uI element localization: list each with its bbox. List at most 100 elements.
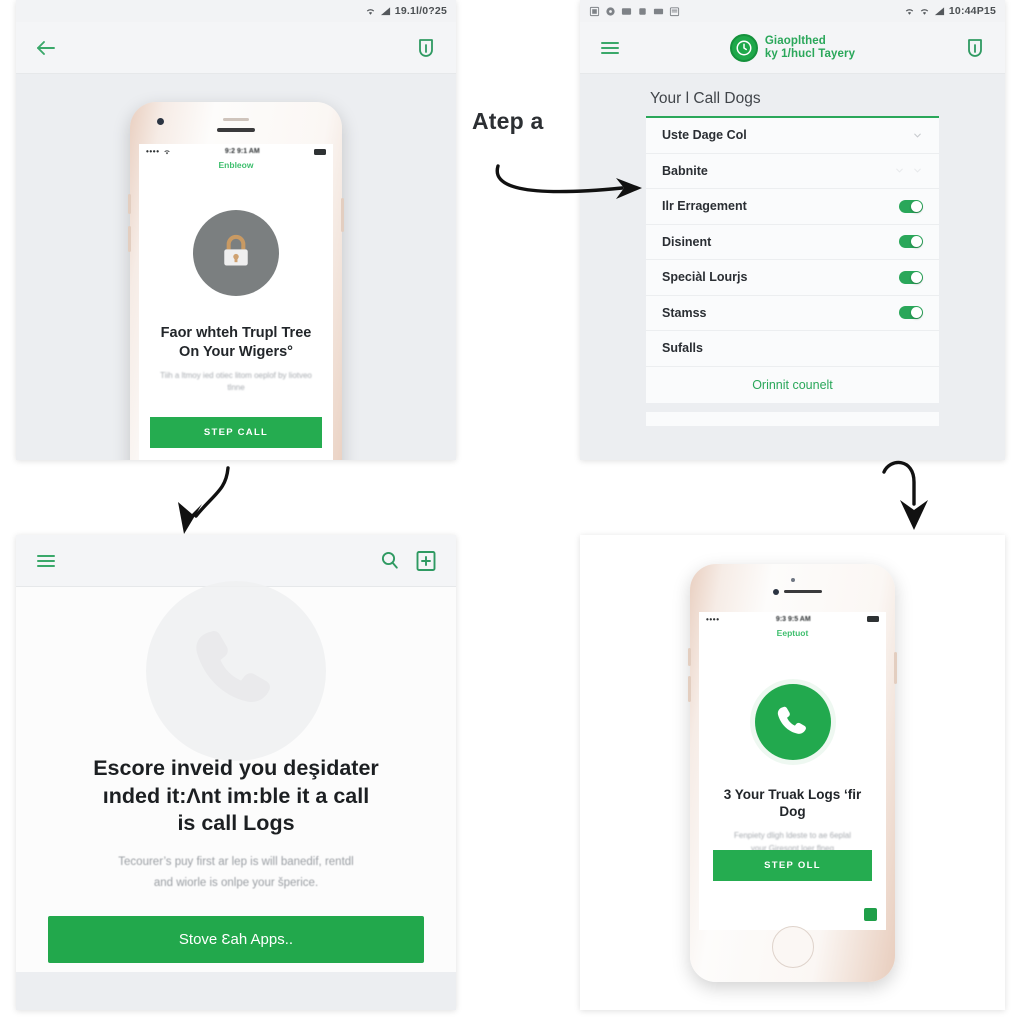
list-item-label: Uste Dage Col <box>662 128 747 143</box>
phone-subtitle: Tiih a ltmoy ied otiec litom oeplof by l… <box>160 370 312 392</box>
ios-clock: 9:3 9:5 AM <box>775 615 811 623</box>
hamburger-menu-icon[interactable] <box>32 547 60 575</box>
step-one-panel: 19.1l/0?25 •••• 9:2 9:1 AM Enbleow Faor … <box>16 0 456 460</box>
earpiece <box>783 589 822 593</box>
ios-status-bar: •••• 9:3 9:5 AM <box>699 612 886 627</box>
phone-glyph <box>196 631 270 702</box>
battery-icon <box>867 616 879 622</box>
battery-icon <box>314 148 326 155</box>
list-item[interactable]: Stamss <box>646 296 939 331</box>
status-bar: 10:44P15 <box>580 0 1005 22</box>
empty-title-line1: Escore inveid you deşidater <box>93 756 379 780</box>
phone-glyph <box>777 706 806 734</box>
toggle-switch[interactable] <box>899 199 923 213</box>
brand-line-2: ky 1/hucl Tayery <box>764 47 856 60</box>
volume-button <box>688 675 691 702</box>
app-badge-icon <box>864 907 877 921</box>
mail-icon <box>621 7 632 15</box>
empty-title-line2: ınded it:Λnt im:ble it a call <box>102 783 370 808</box>
camera-dot <box>772 588 779 595</box>
list-item[interactable]: Babnite <box>646 154 939 189</box>
empty-state-panel: Escore inveid you deşidater ınded it:Λnt… <box>16 535 456 1010</box>
phone-title-line2: On Your Wigers° <box>179 344 293 361</box>
panel-body: Your l Call Dogs Uste Dage Col Babnite I… <box>580 74 1005 460</box>
hamburger-menu-icon[interactable] <box>596 34 624 62</box>
card-stub <box>646 411 939 426</box>
phone-call-icon <box>754 683 831 760</box>
ios-clock: 9:2 9:1 AM <box>224 148 260 155</box>
chevron-down-icon[interactable] <box>912 130 923 141</box>
wifi-icon <box>163 149 170 154</box>
ios-status-bar: •••• 9:2 9:1 AM <box>139 144 333 159</box>
empty-subtitle-line2: and wiorle is onlpe your šperice. <box>153 876 319 889</box>
search-icon[interactable] <box>376 547 404 575</box>
list-item[interactable]: Sufalls <box>646 331 939 367</box>
settings-list-panel: 10:44P15 Giaoplthed ky 1/hucl Tayery You… <box>580 0 1005 460</box>
carrier-label: Enbleow <box>218 160 254 170</box>
empty-subtitle-line1: Tecourer’s puy first ar lep is will bane… <box>118 855 354 868</box>
phone-title-line1: Faor whteh Trupl Tree <box>160 325 312 341</box>
list-item-label: Babnite <box>662 163 708 178</box>
volume-button <box>688 647 691 666</box>
phone-subtitle-line1: Fenpiety dligh ldeste to ae 6eplal <box>734 831 851 841</box>
signal-dots: •••• <box>706 614 720 624</box>
settings-card: Uste Dage Col Babnite Ilr Erragement Dis… <box>646 116 939 403</box>
brand-line-1: Giaoplthed <box>764 35 826 48</box>
wifi-icon <box>905 8 914 15</box>
signal-icon <box>934 6 944 15</box>
card-footer-link[interactable]: Orinnit counelt <box>646 366 939 403</box>
list-item[interactable]: Speciàl Lourjs <box>646 260 939 296</box>
toggle-switch[interactable] <box>899 270 923 284</box>
add-document-icon[interactable] <box>412 547 440 575</box>
carrier-label: Eeptuot <box>776 627 809 638</box>
wifi-icon <box>366 8 374 15</box>
bookmark-icon[interactable] <box>412 34 440 62</box>
list-item-label: Ilr Erragement <box>662 199 747 214</box>
phone-screen: •••• 9:2 9:1 AM Enbleow Faor whteh Trupl… <box>139 144 333 460</box>
empty-title-line3: is call Logs <box>177 811 295 836</box>
back-arrow-icon[interactable] <box>32 34 60 62</box>
arrow-panel2-to-panel4 <box>882 460 928 530</box>
step-oll-button[interactable]: STEP OLL <box>713 849 872 881</box>
calendar-icon <box>669 6 680 16</box>
list-item[interactable]: Disinent <box>646 225 939 260</box>
camera-dot <box>157 118 164 125</box>
home-button <box>771 925 814 968</box>
list-item-label: Disinent <box>662 234 712 249</box>
status-clock: 19.1l/0?25 <box>394 5 447 17</box>
status-bar: 19.1l/0?25 <box>16 0 456 22</box>
list-item[interactable]: Uste Dage Col <box>646 118 939 154</box>
volume-button <box>128 226 131 252</box>
panel-body: •••• 9:3 9:5 AM Eeptuot 3 Your Truak Log… <box>580 535 1005 1010</box>
sensor-dot <box>790 577 795 582</box>
arrow-panel1-to-panel3 <box>178 466 230 534</box>
volume-button <box>128 194 131 214</box>
power-button <box>341 198 344 232</box>
phone-title: 3 Your Truak Logs ʻfir Dog <box>723 786 862 820</box>
video-icon <box>653 8 664 14</box>
toggle-switch[interactable] <box>899 306 923 320</box>
flow-diagram-canvas: 19.1l/0?25 •••• 9:2 9:1 AM Enbleow Faor … <box>0 0 1024 1024</box>
bookmark-icon[interactable] <box>961 34 989 62</box>
store-apps-button[interactable]: Stove Ɛah Apps.. <box>48 916 424 964</box>
double-chevron-icon[interactable] <box>894 165 923 176</box>
phone-mockup: •••• 9:2 9:1 AM Enbleow Faor whteh Trupl… <box>128 102 344 460</box>
app-bar: Giaoplthed ky 1/hucl Tayery <box>580 22 1005 74</box>
lock-icon <box>193 210 279 296</box>
clock-logo-icon <box>729 33 758 62</box>
list-item-label: Sufalls <box>662 341 703 356</box>
download-icon <box>638 6 647 15</box>
power-button <box>894 651 897 684</box>
phone-screen: •••• 9:3 9:5 AM Eeptuot 3 Your Truak Log… <box>699 611 886 930</box>
lock-glyph <box>224 234 248 266</box>
phone-call-icon <box>146 581 326 761</box>
list-item[interactable]: Ilr Erragement <box>646 189 939 225</box>
step-three-panel: •••• 9:3 9:5 AM Eeptuot 3 Your Truak Log… <box>580 535 1005 1010</box>
list-item-label: Stamss <box>662 305 707 320</box>
toggle-switch[interactable] <box>899 235 923 249</box>
phone-mockup: •••• 9:3 9:5 AM Eeptuot 3 Your Truak Log… <box>688 563 897 982</box>
step-call-button[interactable]: STEP CALL <box>150 417 322 448</box>
speaker-slot <box>223 118 249 121</box>
brand-lockup: Giaoplthed ky 1/hucl Tayery <box>729 33 856 62</box>
app-bar <box>16 535 456 587</box>
